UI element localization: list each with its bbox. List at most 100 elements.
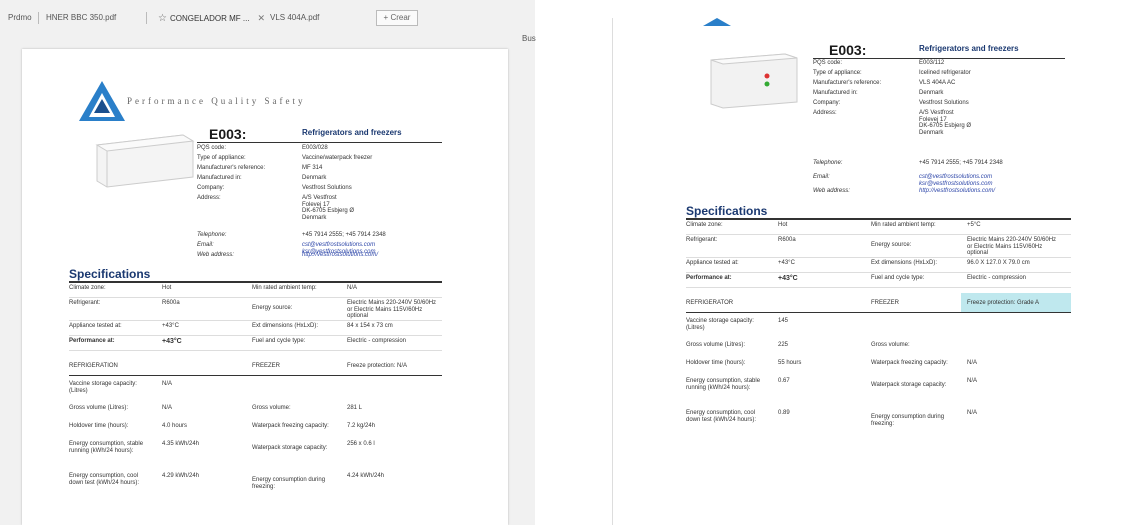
freeze-protection-text: Freeze protection: N/A [347, 363, 408, 369]
detail-label: Energy consumption during freezing: [871, 414, 945, 427]
contact-link[interactable]: http://vestfrostsolutions.com/ [919, 188, 995, 195]
detail-value: 4.0 hours [162, 423, 188, 429]
field-label: Address: [197, 195, 221, 201]
detail-value: 4.29 kWh/24h [162, 473, 200, 479]
detail-label: Gross volume (Litres): [686, 342, 746, 348]
field-label: Address: [813, 110, 837, 116]
contact-label: Web address: [813, 188, 850, 194]
heading-rule [813, 58, 1065, 59]
detail-label: Energy consumption, cool down test (kWh/… [69, 473, 140, 486]
spec-value: R600a [778, 237, 796, 243]
spec-label: Climate zone: [69, 285, 106, 291]
detail-label: Energy consumption, stable running (kWh/… [69, 441, 144, 454]
field-label: Type of appliance: [813, 70, 862, 76]
contact-label: Telephone: [813, 160, 843, 166]
detail-label: Vaccine storage capacity: (Litres) [686, 318, 754, 331]
row-divider [69, 297, 442, 298]
tab-prdmo[interactable]: Prdmo [8, 10, 32, 26]
spec-label: Fuel and cycle type: [252, 338, 306, 344]
freeze-protection-text: Freeze protection: Grade A [967, 300, 1040, 306]
spec-label: Energy source: [252, 305, 293, 311]
section-rule [69, 375, 442, 376]
freezer-header: FREEZER [871, 300, 900, 306]
detail-value: 0.89 [778, 410, 790, 416]
refrigeration-header: REFRIGERATION [69, 363, 118, 369]
detail-label: Gross volume: [252, 405, 291, 411]
field-label: PQS code: [197, 145, 227, 151]
field-label: Manufacturer's reference: [197, 165, 266, 171]
search-partial-text: Bus [522, 34, 536, 43]
detail-value: N/A [162, 381, 173, 387]
close-icon[interactable]: ✕ [258, 13, 266, 23]
contact-link[interactable]: cst@vestfrostsolutions.com ksr@vestfrost… [919, 174, 992, 187]
heading-rule [197, 142, 442, 143]
row-divider [686, 234, 1071, 235]
detail-value: 256 x 0.6 l [347, 441, 375, 447]
spec-label: Climate zone: [686, 222, 723, 228]
freezer-image [95, 134, 195, 188]
detail-label: Vaccine storage capacity: (Litres) [69, 381, 137, 394]
contact-label: Email: [813, 174, 830, 180]
row-divider [686, 287, 1071, 288]
new-tab-button[interactable]: + Crear [376, 10, 418, 26]
detail-value: 4.35 kWh/24h [162, 441, 200, 447]
spec-value: +43°C [162, 323, 179, 329]
field-value: A/S Vestfrost Folevej 17 DK-6705 Esbjerg… [302, 195, 355, 221]
field-value: Denmark [919, 90, 944, 96]
contact-value: +45 7914 2555; +45 7914 2348 [302, 232, 386, 238]
pqs-logo-text: Performance Quality Safety [127, 96, 306, 106]
spec-value: R600a [162, 300, 180, 306]
row-divider [69, 335, 442, 336]
freezer-header: FREEZER [252, 363, 281, 369]
spec-value: 84 x 154 x 73 cm [347, 323, 393, 329]
spec-value: Hot [778, 222, 788, 228]
detail-value: N/A [967, 378, 978, 384]
detail-value: N/A [162, 405, 173, 411]
refrigeration-header: REFRIGERATOR [686, 300, 734, 306]
row-divider [69, 320, 442, 321]
detail-value: N/A [967, 410, 978, 416]
doc-code: E003: [829, 42, 867, 58]
field-value: VLS 404A AC [919, 80, 956, 86]
spec-value: +43°C [778, 260, 795, 266]
spec-value: Electric - compression [347, 338, 407, 344]
field-label: Manufactured in: [813, 90, 858, 96]
left-browser-window: Prdmo HNER BBC 350.pdf ☆ CONGELADOR MF ..… [0, 0, 536, 525]
spec-value: Hot [162, 285, 172, 291]
detail-label: Gross volume (Litres): [69, 405, 129, 411]
spec-label: Min rated ambient temp: [252, 285, 317, 291]
detail-label: Waterpack storage capacity: [871, 382, 947, 388]
detail-value: 0.67 [778, 378, 790, 384]
field-value: Vestfrost Solutions [919, 100, 969, 106]
field-value: A/S Vestfrost Folevej 17 DK-6705 Esbjerg… [919, 110, 972, 136]
detail-label: Holdover time (hours): [686, 360, 746, 366]
spec-value: Electric Mains 220-240V 50/60Hz or Elect… [967, 237, 1057, 257]
field-value: Vestfrost Solutions [302, 185, 352, 191]
specifications-rule [69, 281, 442, 283]
tab-bar: Prdmo HNER BBC 350.pdf ☆ CONGELADOR MF ..… [0, 0, 535, 30]
specifications-heading: Specifications [69, 267, 151, 281]
contact-label: Telephone: [197, 232, 227, 238]
spec-value: +5°C [967, 222, 981, 228]
field-value: Vaccine/waterpack freezer [302, 155, 373, 161]
tab-hner-pdf[interactable]: HNER BBC 350.pdf [46, 10, 116, 26]
doc-code: E003: [209, 126, 247, 142]
detail-label: Waterpack storage capacity: [252, 445, 328, 451]
refrigerator-image [710, 53, 798, 109]
tab-vls-pdf[interactable]: VLS 404A.pdf [270, 10, 319, 26]
spec-value: +43°C [778, 275, 798, 282]
tab-congelador[interactable]: ☆ CONGELADOR MF ... ✕ [158, 10, 265, 26]
contact-label: Email: [197, 242, 214, 248]
right-pdf-window: E003: Refrigerators and freezers PQS cod… [612, 18, 1124, 525]
contact-link[interactable]: http://vestfrostsolutions.com/ [302, 252, 378, 259]
doc-category: Refrigerators and freezers [919, 44, 1019, 53]
spec-label: Performance at: [69, 338, 115, 344]
detail-label: Holdover time (hours): [69, 423, 129, 429]
row-divider [69, 350, 442, 351]
detail-value: 4.24 kWh/24h [347, 473, 385, 479]
field-value: Icelined refrigerator [919, 70, 971, 76]
detail-label: Energy consumption during freezing: [252, 477, 326, 490]
spec-value: 96.0 X 127.0 X 79.0 cm [967, 260, 1030, 266]
detail-value: 7.2 kg/24h [347, 423, 376, 429]
detail-label: Waterpack freezing capacity: [252, 423, 329, 429]
